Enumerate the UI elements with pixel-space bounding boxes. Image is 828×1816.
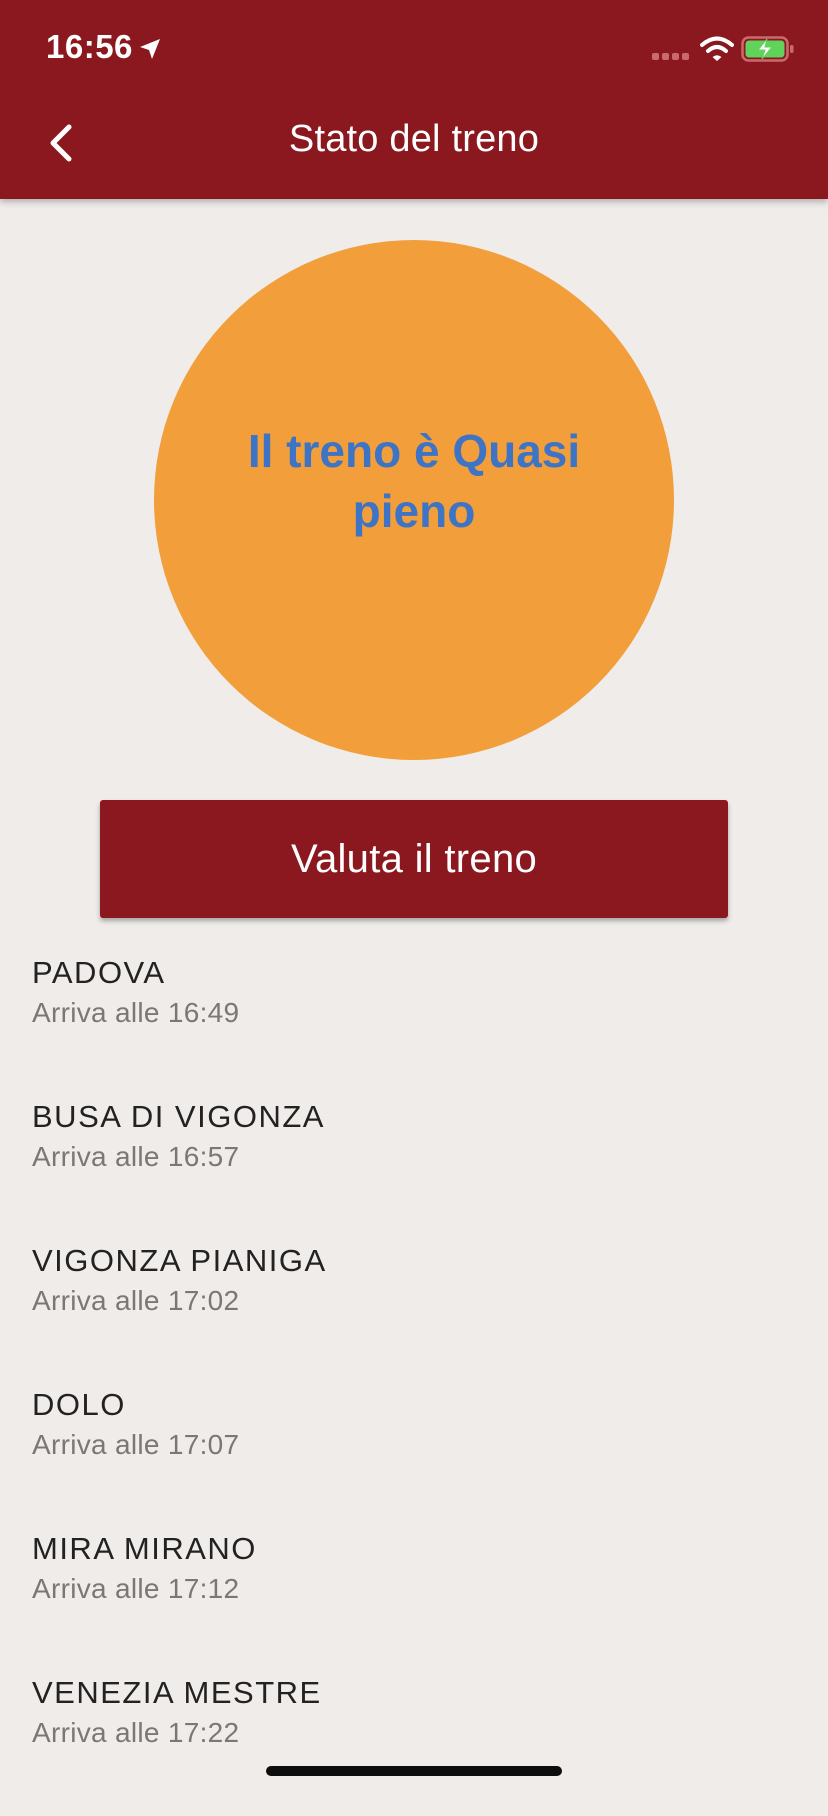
stop-name: VENEZIA MESTRE <box>32 1675 322 1710</box>
stop-list: PADOVA Arriva alle 16:49 BUSA DI VIGONZA… <box>32 952 796 1816</box>
status-bar-time: 16:56 <box>46 28 133 65</box>
stop-name: VIGONZA PIANIGA <box>32 1243 327 1278</box>
stop-arrival-time: Arriva alle 16:49 <box>32 997 240 1028</box>
stop-name: PADOVA <box>32 955 166 990</box>
home-indicator[interactable] <box>266 1766 562 1776</box>
occupancy-status-text: Il treno è Quasi pieno <box>247 425 581 537</box>
stop-arrival-time: Arriva alle 17:22 <box>32 1717 240 1748</box>
stop-item-busa-di-vigonza[interactable]: BUSA DI VIGONZA Arriva alle 16:57 <box>32 1096 796 1240</box>
stop-arrival-time: Arriva alle 17:12 <box>32 1573 240 1604</box>
stop-arrival-time: Arriva alle 16:57 <box>32 1141 240 1172</box>
stop-name: BUSA DI VIGONZA <box>32 1099 325 1134</box>
stop-item-mira-mirano[interactable]: MIRA MIRANO Arriva alle 17:12 <box>32 1528 796 1672</box>
stop-item-padova[interactable]: PADOVA Arriva alle 16:49 <box>32 952 796 1096</box>
page-title: Stato del treno <box>288 118 540 160</box>
battery-charging-icon <box>741 36 794 62</box>
app-header: 16:56 Stato del treno <box>0 0 828 199</box>
occupancy-status-circle: Il treno è Quasi pieno <box>154 240 674 760</box>
stop-item-dolo[interactable]: DOLO Arriva alle 17:07 <box>32 1384 796 1528</box>
stop-name: MIRA MIRANO <box>32 1531 257 1566</box>
stop-arrival-time: Arriva alle 17:02 <box>32 1285 240 1316</box>
stop-item-venezia-mestre[interactable]: VENEZIA MESTRE Arriva alle 17:22 <box>32 1672 796 1816</box>
signal-icon <box>652 53 689 60</box>
stop-name: DOLO <box>32 1387 126 1422</box>
stop-arrival-time: Arriva alle 17:07 <box>32 1429 240 1460</box>
stop-item-vigonza-pianiga[interactable]: VIGONZA PIANIGA Arriva alle 17:02 <box>32 1240 796 1384</box>
location-arrow-icon <box>140 39 160 59</box>
rate-train-button[interactable]: Valuta il treno <box>100 800 728 918</box>
wifi-icon <box>700 36 734 61</box>
